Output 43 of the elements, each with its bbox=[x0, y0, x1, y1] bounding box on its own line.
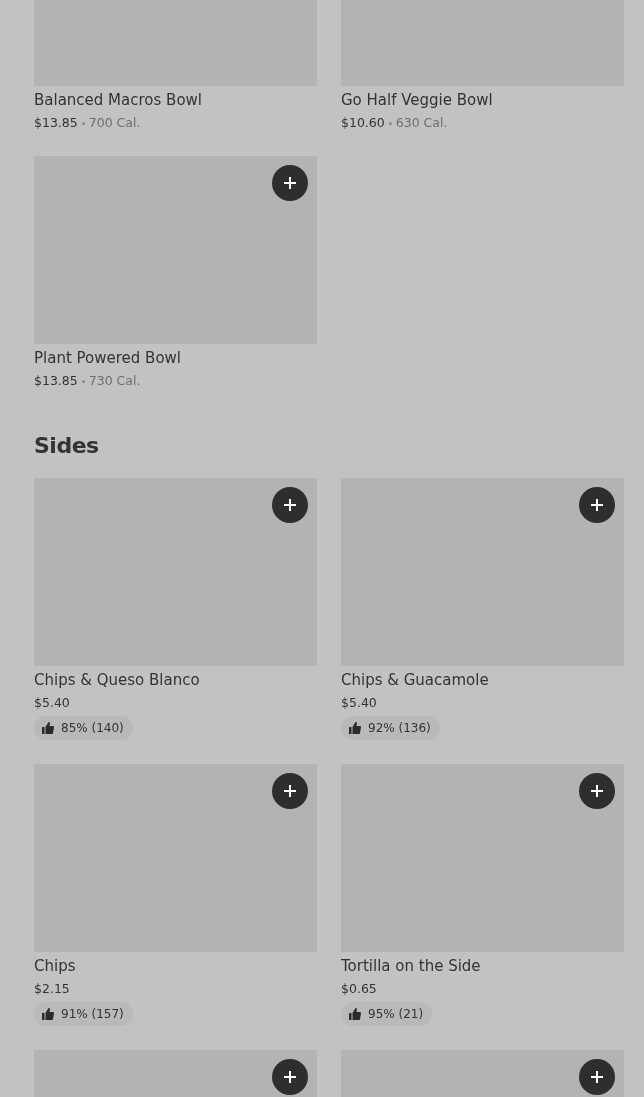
rating-text: 85% (140) bbox=[61, 721, 124, 735]
item-name: Balanced Macros Bowl bbox=[34, 90, 203, 110]
item-name: Chips & Queso Blanco bbox=[34, 670, 201, 690]
plus-icon bbox=[284, 785, 296, 797]
item-name: Go Half Veggie Bowl bbox=[341, 90, 494, 110]
item-price: $13.85 bbox=[34, 372, 78, 390]
item-price: $2.15 bbox=[34, 980, 70, 998]
plus-icon bbox=[284, 1071, 296, 1083]
plus-icon bbox=[284, 177, 296, 189]
thumbs-up-icon bbox=[349, 1008, 361, 1020]
rating-text: 92% (136) bbox=[368, 721, 431, 735]
add-button[interactable] bbox=[579, 1059, 615, 1095]
add-button[interactable] bbox=[579, 773, 615, 809]
item-calories: 730 Cal. bbox=[88, 372, 141, 390]
item-calories: 700 Cal. bbox=[88, 114, 141, 132]
plus-icon bbox=[284, 499, 296, 511]
rating-text: 95% (21) bbox=[368, 1007, 424, 1021]
plus-icon bbox=[591, 499, 603, 511]
separator-dot bbox=[81, 379, 85, 383]
section-heading: Sides bbox=[34, 432, 100, 460]
thumbs-up-icon bbox=[42, 1008, 54, 1020]
item-name: Plant Powered Bowl bbox=[34, 348, 182, 368]
item-name: Chips bbox=[34, 956, 77, 976]
thumbs-up-icon bbox=[42, 722, 54, 734]
add-button[interactable] bbox=[272, 165, 308, 201]
add-button[interactable] bbox=[272, 487, 308, 523]
item-calories: 630 Cal. bbox=[395, 114, 448, 132]
item-price: $0.65 bbox=[341, 980, 377, 998]
item-name: Tortilla on the Side bbox=[341, 956, 482, 976]
item-name: Chips & Guacamole bbox=[341, 670, 490, 690]
rating-text: 91% (157) bbox=[61, 1007, 124, 1021]
plus-icon bbox=[591, 785, 603, 797]
add-button[interactable] bbox=[579, 487, 615, 523]
item-price: $10.60 bbox=[341, 114, 385, 132]
plus-icon bbox=[591, 1071, 603, 1083]
item-price: $13.85 bbox=[34, 114, 78, 132]
thumbs-up-icon bbox=[349, 722, 361, 734]
add-button[interactable] bbox=[272, 1059, 308, 1095]
separator-dot bbox=[388, 121, 392, 125]
add-button[interactable] bbox=[272, 773, 308, 809]
item-price: $5.40 bbox=[341, 694, 377, 712]
item-price: $5.40 bbox=[34, 694, 70, 712]
separator-dot bbox=[81, 121, 85, 125]
